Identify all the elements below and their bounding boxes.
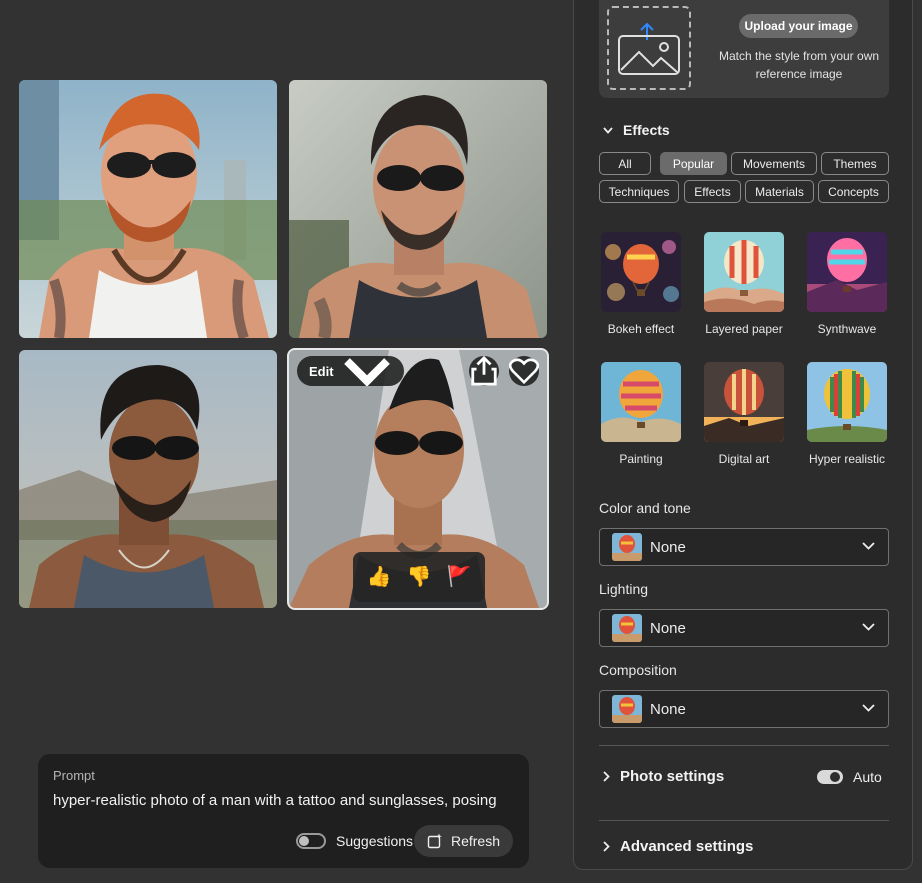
chevron-down-icon xyxy=(862,704,875,712)
upload-description: Match the style from your own reference … xyxy=(718,49,880,81)
chevron-right-icon xyxy=(603,841,610,852)
lighting-label: Lighting xyxy=(599,581,649,597)
chip-materials[interactable]: Materials xyxy=(745,180,814,203)
effects-title: Effects xyxy=(623,122,670,138)
chevron-down-icon xyxy=(343,358,390,386)
chip-themes[interactable]: Themes xyxy=(821,152,889,175)
photo-settings-toggle[interactable]: Photo settings xyxy=(603,768,724,785)
chip-popular[interactable]: Popular xyxy=(660,152,727,175)
edit-menu-button[interactable]: Edit xyxy=(297,356,404,386)
balloon-thumbnail xyxy=(601,232,681,312)
image-portrait-curlyhair xyxy=(19,350,277,608)
balloon-thumbnail xyxy=(704,362,784,442)
chevron-right-icon xyxy=(603,771,610,782)
suggestions-label: Suggestions xyxy=(336,833,414,849)
image-portrait-redhead xyxy=(19,80,277,338)
heart-icon xyxy=(509,358,539,385)
refresh-button[interactable]: Refresh xyxy=(414,825,513,857)
chip-all[interactable]: All xyxy=(599,152,651,175)
effect-hyper-realistic[interactable]: Hyper realistic xyxy=(806,362,888,466)
feedback-bar: 👍 👎 🚩 xyxy=(353,552,485,602)
lighting-dropdown[interactable]: None xyxy=(599,609,889,647)
chevron-down-icon xyxy=(862,542,875,550)
composition-value: None xyxy=(650,700,686,718)
share-button[interactable] xyxy=(469,356,499,386)
reference-upload-card: Upload your image Match the style from y… xyxy=(599,0,889,98)
generated-image-3[interactable] xyxy=(19,350,277,608)
balloon-thumbnail xyxy=(612,695,642,723)
balloon-thumbnail xyxy=(612,614,642,642)
effect-digital-art[interactable]: Digital art xyxy=(703,362,785,466)
chip-techniques[interactable]: Techniques xyxy=(599,180,679,203)
refresh-sparkle-icon xyxy=(427,833,442,849)
composition-dropdown[interactable]: None xyxy=(599,690,889,728)
effect-label: Painting xyxy=(619,452,663,466)
upload-image-button[interactable]: Upload your image xyxy=(739,14,858,38)
composition-label: Composition xyxy=(599,662,677,678)
generated-image-1[interactable] xyxy=(19,80,277,338)
balloon-thumbnail xyxy=(612,533,642,561)
chip-movements[interactable]: Movements xyxy=(731,152,817,175)
chevron-down-icon xyxy=(862,623,875,631)
settings-panel: Upload your image Match the style from y… xyxy=(573,0,913,870)
divider xyxy=(599,745,889,746)
effect-label: Digital art xyxy=(718,452,770,466)
prompt-input[interactable]: hyper-realistic photo of a man with a ta… xyxy=(53,792,497,809)
generated-image-2[interactable] xyxy=(289,80,547,338)
lighting-value: None xyxy=(650,619,686,637)
effect-label: Hyper realistic xyxy=(808,452,886,466)
effect-painting[interactable]: Painting xyxy=(600,362,682,466)
advanced-settings-toggle[interactable]: Advanced settings xyxy=(603,838,753,855)
effects-section-toggle[interactable]: Effects xyxy=(603,122,670,138)
auto-switch[interactable] xyxy=(817,770,843,784)
image-upload-icon xyxy=(618,22,680,75)
balloon-thumbnail xyxy=(807,232,887,312)
effect-label: Layered paper xyxy=(705,322,783,336)
flag-icon[interactable]: 🚩 xyxy=(447,567,472,587)
chip-concepts[interactable]: Concepts xyxy=(818,180,889,203)
photo-auto-toggle[interactable]: Auto xyxy=(817,769,882,785)
effect-label: Bokeh effect xyxy=(607,322,675,336)
effect-synthwave[interactable]: Synthwave xyxy=(806,232,888,336)
refresh-label: Refresh xyxy=(450,833,501,849)
photo-settings-label: Photo settings xyxy=(620,768,725,785)
thumbs-up-icon[interactable]: 👍 xyxy=(367,567,392,587)
generated-image-4[interactable]: Edit 👍 👎 🚩 xyxy=(287,348,549,610)
image-portrait-darkhair xyxy=(289,80,547,338)
suggestions-switch[interactable] xyxy=(296,833,326,849)
balloon-thumbnail xyxy=(807,362,887,442)
divider xyxy=(599,820,889,821)
favorite-button[interactable] xyxy=(509,356,539,386)
effect-bokeh[interactable]: Bokeh effect xyxy=(600,232,682,336)
balloon-thumbnail xyxy=(601,362,681,442)
share-icon xyxy=(471,356,497,386)
color-tone-value: None xyxy=(650,538,686,556)
chip-effects[interactable]: Effects xyxy=(684,180,741,203)
effect-layered-paper[interactable]: Layered paper xyxy=(703,232,785,336)
balloon-thumbnail xyxy=(704,232,784,312)
thumbs-down-icon[interactable]: 👎 xyxy=(407,567,432,587)
color-tone-label: Color and tone xyxy=(599,500,691,516)
effect-label: Synthwave xyxy=(817,322,877,336)
auto-label: Auto xyxy=(853,769,882,785)
chevron-down-icon xyxy=(603,126,613,134)
color-tone-dropdown[interactable]: None xyxy=(599,528,889,566)
advanced-settings-label: Advanced settings xyxy=(620,838,754,855)
suggestions-toggle[interactable]: Suggestions xyxy=(296,833,413,849)
prompt-label: Prompt xyxy=(53,768,95,783)
upload-dropzone[interactable] xyxy=(607,6,691,90)
prompt-box: Prompt hyper-realistic photo of a man wi… xyxy=(38,754,529,868)
edit-label: Edit xyxy=(309,363,334,379)
